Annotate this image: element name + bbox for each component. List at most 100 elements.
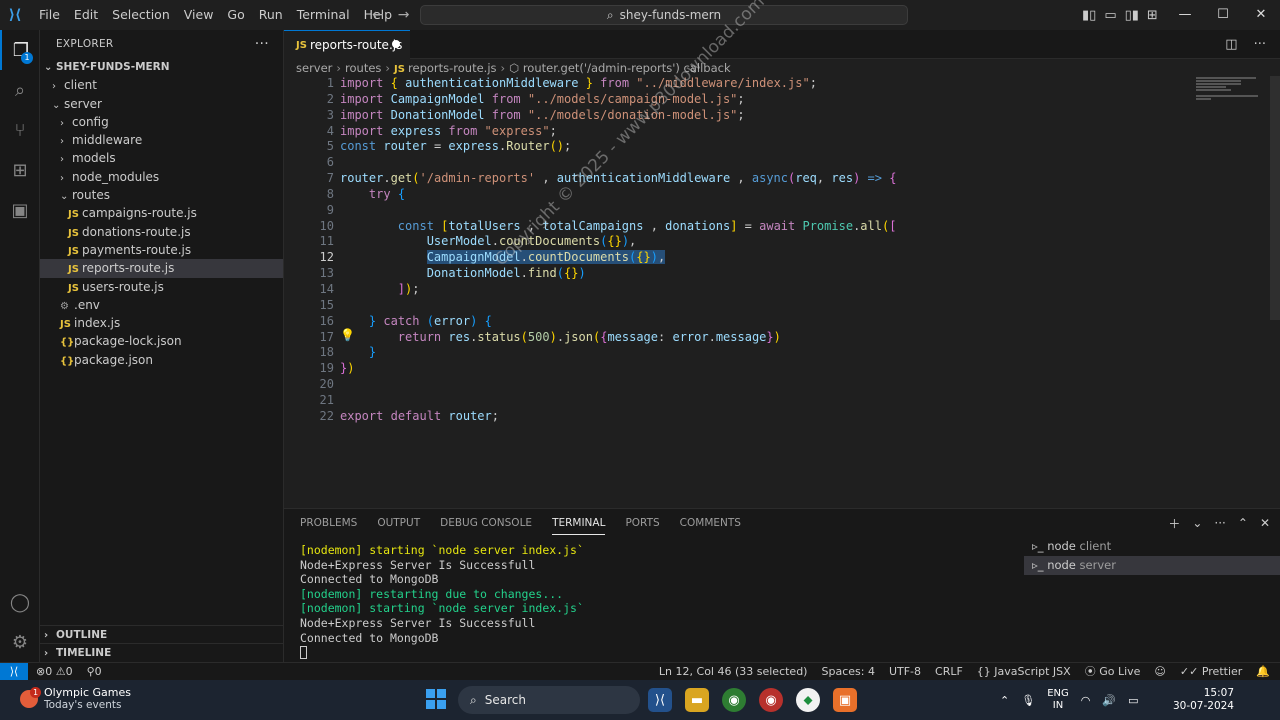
copilot-icon[interactable]: ☺ [1154,663,1165,680]
minimap[interactable] [1196,76,1266,116]
terminal-item-server[interactable]: ▹_ node server [1024,556,1280,575]
chevron-down-icon[interactable]: ⌄ [1192,516,1202,530]
menu-terminal[interactable]: Terminal [290,0,357,30]
toggle-sidebar-icon[interactable]: ▮▯ [1082,8,1096,23]
toggle-panel-icon[interactable]: ▭ [1104,8,1116,23]
source-control-icon[interactable]: ⑂ [0,110,40,150]
accounts-icon[interactable]: ◯ [0,582,40,622]
tree-item-index-js[interactable]: JS index.js [40,314,283,332]
menu-run[interactable]: Run [252,0,290,30]
terminal-item-client[interactable]: ▹_ node client [1024,537,1280,556]
tab-reports-route[interactable]: JS reports-route.js [284,30,410,59]
more-actions-icon[interactable]: ··· [1214,516,1225,530]
clock[interactable]: 15:07 30-07-2024 [1173,687,1234,713]
tree-item-package-json[interactable]: {}package.json [40,351,283,369]
outline-section[interactable]: › OUTLINE [40,625,283,643]
indentation[interactable]: Spaces: 4 [821,663,874,680]
tree-item-env[interactable]: ⚙ .env [40,296,283,314]
search-view-icon[interactable]: ⌕ [0,70,40,110]
close-panel-icon[interactable]: ✕ [1260,516,1270,530]
minimize-icon[interactable]: — [1166,0,1204,30]
toggle-secondary-sidebar-icon[interactable]: ▯▮ [1125,8,1139,23]
breadcrumb-file[interactable]: reports-route.js [408,61,497,75]
weather-widget[interactable]: 1 Olympic Games Today's events [20,686,131,711]
chrome-profile-icon[interactable]: ◉ [759,688,783,712]
tree-item-package-lock[interactable]: {}package-lock.json [40,332,283,350]
remote-explorer-icon[interactable]: ▣ [0,190,40,230]
editor-scrollbar[interactable] [1270,76,1280,320]
line-endings[interactable]: CRLF [935,663,963,680]
close-window-icon[interactable]: ✕ [1242,0,1280,30]
wifi-icon[interactable]: ◠ [1081,694,1091,707]
tab-debug-console[interactable]: DEBUG CONSOLE [440,517,532,529]
taskbar-search[interactable]: ⌕ Search [458,686,640,714]
menu-edit[interactable]: Edit [67,0,105,30]
maximize-panel-icon[interactable]: ⌃ [1238,516,1248,530]
file-explorer-icon[interactable]: ▬ [685,688,709,712]
postman-icon[interactable]: ▣ [833,688,857,712]
tab-ports[interactable]: PORTS [625,517,659,529]
extensions-icon[interactable]: ⊞ [0,150,40,190]
back-arrow-icon[interactable]: ← [372,7,384,23]
line-number: 17 [319,329,334,344]
mongodb-compass-icon[interactable]: ⬥ [796,688,820,712]
problems-status[interactable]: ⊗0 ⚠0 [36,663,73,680]
terminal-output[interactable]: [nodemon] starting `node server index.js… [300,543,584,660]
maximize-icon[interactable]: ☐ [1204,0,1242,30]
chevron-up-icon[interactable]: ⌃ [1000,694,1009,707]
tree-item-client[interactable]: › client [40,76,283,94]
tree-item-reports-route[interactable]: JS reports-route.js [40,259,283,278]
code-line: return res.status(500).json({message: er… [397,329,781,344]
menu-go[interactable]: Go [220,0,251,30]
language-indicator[interactable]: ENG IN [1047,688,1069,712]
more-actions-icon[interactable]: ··· [1254,30,1266,59]
terminal-prompt[interactable] [300,645,584,660]
breadcrumb-server[interactable]: server [296,61,332,75]
vscode-taskbar-icon[interactable]: ⟩⟨ [648,688,672,712]
tree-item-config[interactable]: › config [40,113,283,131]
menu-selection[interactable]: Selection [105,0,177,30]
split-editor-icon[interactable]: ◫ [1225,30,1237,59]
timeline-section[interactable]: › TIMELINE [40,643,283,661]
tree-item-donations-route[interactable]: JS donations-route.js [40,223,283,241]
chevron-down-icon: ⌄ [44,62,53,73]
volume-icon[interactable]: 🔊 [1102,694,1116,707]
command-center-search[interactable]: ⌕ shey-funds-mern [420,5,908,25]
tab-output[interactable]: OUTPUT [377,517,420,529]
remote-indicator-icon[interactable]: ⟩⟨ [0,663,28,680]
battery-icon[interactable]: ▭ [1128,694,1138,707]
windows-start-icon[interactable] [426,689,446,709]
tab-terminal[interactable]: TERMINAL [552,512,606,535]
microphone-icon[interactable]: 🎙 [1021,694,1035,707]
code-editor[interactable]: 1 2 3 4 5 6 7 8 9 10 11 12 13 14 15 16 17 18 19 20 21 22 💡 im… [284,76,1280,508]
cursor-position[interactable]: Ln 12, Col 46 (33 selected) [659,663,808,680]
breadcrumb-routes[interactable]: routes [345,61,381,75]
new-terminal-icon[interactable]: ＋ [1168,515,1180,532]
tree-item-server[interactable]: ⌄ server [40,95,283,113]
prettier-status[interactable]: ✓✓ Prettier [1180,663,1242,680]
more-actions-icon[interactable]: ··· [255,30,269,58]
tree-item-middleware[interactable]: › middleware [40,131,283,149]
menu-file[interactable]: File [32,0,67,30]
ports-status[interactable]: ⚲0 [87,663,102,680]
chrome-icon[interactable]: ◉ [722,688,746,712]
tree-item-models[interactable]: › models [40,149,283,167]
notifications-bell-icon[interactable]: 🔔 [1256,663,1270,680]
tree-item-node-modules[interactable]: › node_modules [40,168,283,186]
tree-root-folder[interactable]: ⌄ SHEY-FUNDS-MERN [40,58,283,76]
tab-problems[interactable]: PROBLEMS [300,517,357,529]
go-live-button[interactable]: ⦿ Go Live [1085,663,1141,680]
language-mode[interactable]: {} JavaScript JSX [977,663,1071,680]
encoding[interactable]: UTF-8 [889,663,921,680]
explorer-icon[interactable]: ❐ 1 [0,30,40,70]
unsaved-dot-icon[interactable] [392,40,400,48]
settings-gear-icon[interactable]: ⚙ [0,622,40,662]
tree-item-payments-route[interactable]: JS payments-route.js [40,241,283,259]
tree-item-routes[interactable]: ⌄ routes [40,186,283,204]
tree-item-campaigns-route[interactable]: JS campaigns-route.js [40,204,283,222]
forward-arrow-icon[interactable]: → [398,7,410,23]
tree-item-users-route[interactable]: JS users-route.js [40,278,283,296]
menu-view[interactable]: View [177,0,221,30]
customize-layout-icon[interactable]: ⊞ [1147,8,1158,23]
tab-comments[interactable]: COMMENTS [680,517,741,529]
